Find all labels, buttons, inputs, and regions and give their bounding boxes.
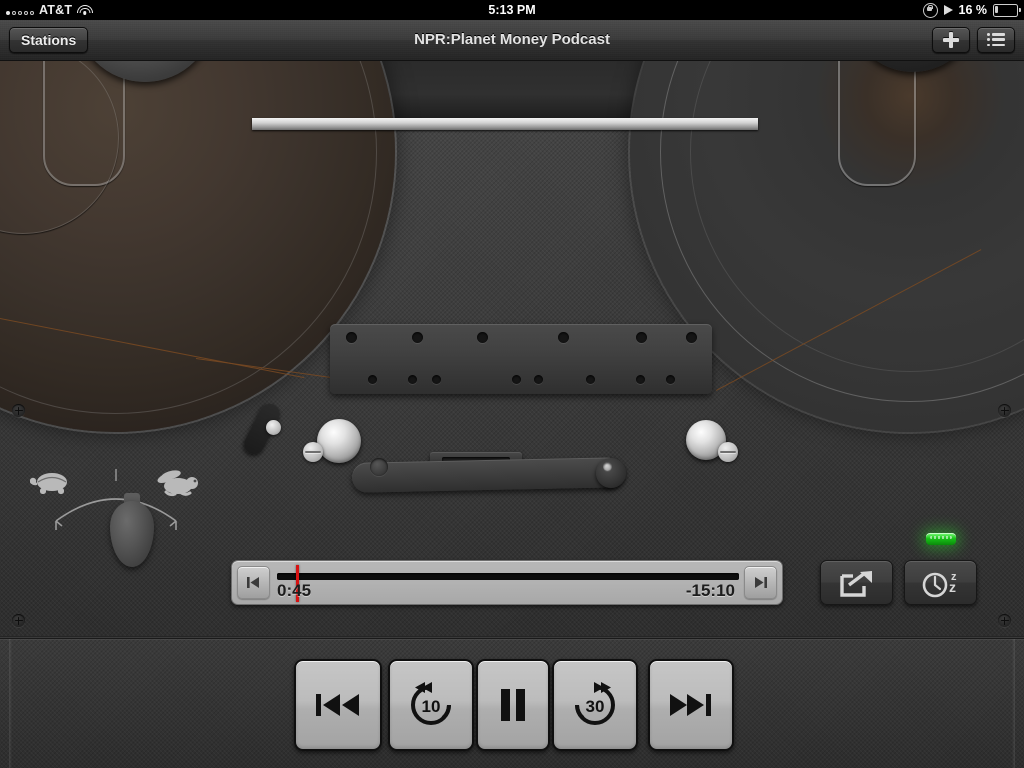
rewind-icon: 10 (411, 682, 451, 725)
scrubber-track[interactable] (277, 573, 739, 580)
rotation-lock-icon (922, 2, 938, 18)
elapsed-time-label: 0:45 (277, 581, 312, 600)
chassis-screw-top-right (998, 404, 1011, 417)
list-icon (987, 32, 1005, 47)
skip-forward-label: 30 (586, 697, 605, 716)
pinch-roller (596, 458, 626, 488)
skip-to-start-button[interactable] (237, 566, 270, 599)
svg-text:z: z (949, 579, 956, 595)
sleep-timer-led (926, 533, 956, 545)
battery-icon (993, 3, 1022, 17)
remaining-time-label: -15:10 (685, 581, 735, 600)
status-bar-right: 16 % (922, 2, 1022, 18)
stations-button[interactable]: Stations (9, 27, 89, 53)
page-title: NPR:Planet Money Podcast (414, 31, 610, 48)
fast-forward-icon: 30 (575, 682, 615, 725)
previous-icon (316, 694, 359, 716)
share-button[interactable] (820, 560, 893, 605)
navigation-bar: NPR:Planet Money Podcast Stations (0, 20, 1024, 61)
turtle-icon (30, 473, 67, 494)
plus-icon (943, 32, 959, 48)
clock-label: 5:13 PM (488, 3, 536, 17)
status-bar: AT&T 5:13 PM 16 % (0, 0, 1024, 20)
skip-back-button[interactable]: 10 (388, 659, 474, 751)
playlist-button[interactable] (977, 27, 1015, 53)
panel-edge-left (9, 639, 12, 768)
pinch-arm (351, 457, 623, 493)
add-button[interactable] (932, 27, 970, 53)
skip-forward-button[interactable]: 30 (552, 659, 638, 751)
pause-button[interactable] (476, 659, 550, 751)
sleep-timer-button[interactable]: z z (904, 560, 977, 605)
chassis-screw-top-left (12, 404, 25, 417)
guide-screw-left (303, 442, 323, 462)
scrubber-bar[interactable]: 0:45 -15:10 (231, 560, 783, 605)
capstan-roller-left (317, 419, 361, 463)
head-shield-strip (252, 118, 758, 130)
pinch-roller-pin (603, 462, 612, 471)
sleep-timer-icon: z z (922, 571, 957, 597)
tape-guide-roller (266, 420, 281, 435)
skip-to-end-button[interactable] (744, 566, 777, 599)
play-icon (943, 5, 953, 15)
battery-percent-label: 16 % (958, 3, 988, 17)
rabbit-icon (157, 470, 198, 497)
skip-back-label: 10 (422, 697, 441, 716)
transport-control-panel: 10 30 (0, 638, 1024, 768)
tape-deck-body: 0:45 -15:10 z z (0, 60, 1024, 638)
skip-to-start-icon (247, 577, 259, 588)
podcast-player-screen: AT&T 5:13 PM 16 % NPR:Planet Money Podca… (0, 0, 1024, 768)
playback-speed-pendulum[interactable] (26, 465, 206, 575)
panel-edge-right (1012, 639, 1015, 768)
next-track-button[interactable] (648, 659, 734, 751)
chassis-screw-bottom-left (12, 614, 25, 627)
next-icon (670, 694, 711, 716)
transport-plate (330, 324, 712, 394)
pinch-arm-pivot (370, 458, 388, 476)
guide-screw-right (718, 442, 738, 462)
share-icon (839, 570, 872, 597)
pause-icon (501, 689, 525, 721)
previous-track-button[interactable] (294, 659, 382, 751)
chassis-screw-bottom-right (998, 614, 1011, 627)
skip-to-end-icon (755, 577, 767, 588)
